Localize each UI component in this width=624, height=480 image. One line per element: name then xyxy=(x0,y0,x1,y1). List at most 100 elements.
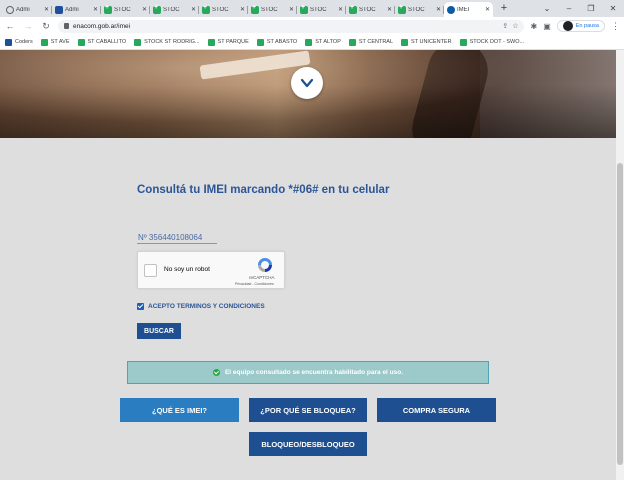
terms-checkbox[interactable]: ACEPTO TERMINOS Y CONDICIONES xyxy=(137,303,265,310)
bookmark-item[interactable]: ST AVE xyxy=(40,38,70,46)
browser-toolbar: ← → ↻ enacom.gob.ar/imei ⇪ ☆ ✱ ▣ En paus… xyxy=(0,17,624,35)
avatar xyxy=(562,21,573,31)
browser-tab[interactable]: IMEI ✕ xyxy=(444,2,493,17)
imei-input[interactable] xyxy=(137,231,217,244)
bookmark-item[interactable]: ST UNICENTER xyxy=(401,38,452,46)
chevron-down-icon xyxy=(300,78,314,88)
close-tab-icon[interactable]: ✕ xyxy=(338,6,343,13)
green-plus-icon xyxy=(349,4,357,14)
address-bar[interactable]: enacom.gob.ar/imei ⇪ ☆ xyxy=(58,19,525,33)
bookmark-item[interactable]: ST PARQUE xyxy=(207,38,249,46)
green-plus-icon xyxy=(207,38,215,46)
page-title: Consultá tu IMEI marcando *#06# en tu ce… xyxy=(137,184,390,196)
minimize-button[interactable]: – xyxy=(558,0,580,17)
url-text[interactable]: enacom.gob.ar/imei xyxy=(73,23,498,30)
back-button[interactable]: ← xyxy=(4,21,16,31)
what-is-imei-button[interactable]: ¿QUÉ ES IMEI? xyxy=(120,398,239,422)
green-plus-icon xyxy=(202,4,210,14)
tab-label: STOC xyxy=(310,6,327,13)
bookmark-item[interactable]: ST ABASTO xyxy=(256,38,298,46)
enacom-icon xyxy=(447,5,455,14)
close-tab-icon[interactable]: ✕ xyxy=(93,6,98,13)
extensions-icon[interactable]: ✱ xyxy=(530,22,537,31)
safe-purchase-button[interactable]: COMPRA SEGURA xyxy=(377,398,496,422)
close-tab-icon[interactable]: ✕ xyxy=(436,6,441,13)
new-tab-button[interactable]: + xyxy=(497,2,511,16)
browser-tab-strip: Admi ✕ Admi ✕ STOC ✕ STOC ✕ STOC ✕ STOC ✕ STOC ✕ STOC ✕… xyxy=(0,0,624,17)
close-window-button[interactable]: ✕ xyxy=(602,0,624,17)
reload-button[interactable]: ↻ xyxy=(40,21,52,32)
close-tab-icon[interactable]: ✕ xyxy=(387,6,392,13)
bookmarks-bar: Coders ST AVE ST CABALLITO STOCK ST RODRIG.… xyxy=(0,35,624,50)
browser-tab[interactable]: Admi ✕ xyxy=(52,2,101,17)
bookmark-label: ST CABALLITO xyxy=(87,39,127,45)
lock-icon xyxy=(64,23,69,29)
profile-status: En pausa xyxy=(575,23,599,29)
bookmark-item[interactable]: STOCK DOT - SWO... xyxy=(459,38,524,46)
bookmark-label: Coders xyxy=(15,39,33,45)
block-unblock-button[interactable]: BLOQUEO/DESBLOQUEO xyxy=(249,432,367,456)
browser-tab[interactable]: STOC ✕ xyxy=(297,2,346,17)
page-content: Consultá tu IMEI marcando *#06# en tu ce… xyxy=(0,50,616,480)
browser-tab[interactable]: STOC ✕ xyxy=(248,2,297,17)
close-tab-icon[interactable]: ✕ xyxy=(44,6,49,13)
green-plus-icon xyxy=(348,38,356,46)
bookmark-item[interactable]: ST CABALLITO xyxy=(77,38,127,46)
recaptcha-checkbox[interactable] xyxy=(144,264,157,277)
tab-label: STOC xyxy=(114,6,131,13)
bookmark-item[interactable]: ST CENTRAL xyxy=(348,38,394,46)
star-icon[interactable]: ☆ xyxy=(512,22,518,30)
blue-logo-icon xyxy=(5,38,12,46)
recaptcha-links[interactable]: Privacidad - Condiciones xyxy=(235,282,274,286)
green-plus-icon xyxy=(77,38,85,46)
green-plus-icon xyxy=(134,38,142,46)
scroll-down-button[interactable] xyxy=(291,67,323,99)
tab-label: STOC xyxy=(408,6,425,13)
tab-label: STOC xyxy=(212,6,229,13)
tab-label: STOC xyxy=(359,6,376,13)
bookmark-label: ST PARQUE xyxy=(217,39,249,45)
result-message: El equipo consultado se encuentra habili… xyxy=(224,369,404,376)
close-tab-icon[interactable]: ✕ xyxy=(289,6,294,13)
bookmark-item[interactable]: STOCK ST RODRIG... xyxy=(134,38,200,46)
green-plus-icon xyxy=(40,38,48,46)
tab-label: STOC xyxy=(261,6,278,13)
browser-tab[interactable]: STOC ✕ xyxy=(199,2,248,17)
browser-tab[interactable]: STOC ✕ xyxy=(101,2,150,17)
why-blocked-button[interactable]: ¿POR QUÉ SE BLOQUEA? xyxy=(249,398,367,422)
scrollbar-thumb[interactable] xyxy=(617,163,623,465)
search-button[interactable]: BUSCAR xyxy=(137,323,181,339)
terms-label: ACEPTO TERMINOS Y CONDICIONES xyxy=(148,303,265,310)
green-plus-icon xyxy=(104,4,112,14)
bookmark-label: ST CENTRAL xyxy=(358,39,394,45)
close-tab-icon[interactable]: ✕ xyxy=(142,6,147,13)
profile-button[interactable]: En pausa xyxy=(556,20,605,32)
browser-tab[interactable]: STOC ✕ xyxy=(395,2,444,17)
chevron-down-icon[interactable]: ⌄ xyxy=(536,0,558,17)
close-tab-icon[interactable]: ✕ xyxy=(240,6,245,13)
green-plus-icon xyxy=(153,4,161,14)
sidebar-icon[interactable]: ▣ xyxy=(543,22,551,31)
maximize-button[interactable]: ❐ xyxy=(580,0,602,17)
bookmark-item[interactable]: ST ALTOP xyxy=(305,38,341,46)
green-plus-icon xyxy=(256,38,264,46)
forward-button[interactable]: → xyxy=(22,21,34,31)
tab-label: STOC xyxy=(163,6,180,13)
close-tab-icon[interactable]: ✕ xyxy=(191,6,196,13)
close-tab-icon[interactable]: ✕ xyxy=(485,6,490,13)
check-circle-icon xyxy=(212,369,220,376)
result-alert: El equipo consultado se encuentra habili… xyxy=(127,361,489,384)
kebab-menu-icon[interactable]: ⋮ xyxy=(611,21,620,32)
share-icon[interactable]: ⇪ xyxy=(502,22,508,30)
bookmark-label: ST ABASTO xyxy=(266,39,298,45)
page-scrollbar[interactable] xyxy=(616,50,624,480)
browser-tab[interactable]: STOC ✕ xyxy=(346,2,395,17)
tab-label: Admi xyxy=(16,6,30,13)
checkbox-checked-icon[interactable] xyxy=(137,303,144,310)
browser-tab[interactable]: STOC ✕ xyxy=(150,2,199,17)
bookmark-label: STOCK ST RODRIG... xyxy=(144,39,200,45)
bookmark-item[interactable]: Coders xyxy=(5,38,33,46)
green-plus-icon xyxy=(251,4,259,14)
browser-tab[interactable]: Admi ✕ xyxy=(3,2,52,17)
green-plus-icon xyxy=(459,38,467,46)
